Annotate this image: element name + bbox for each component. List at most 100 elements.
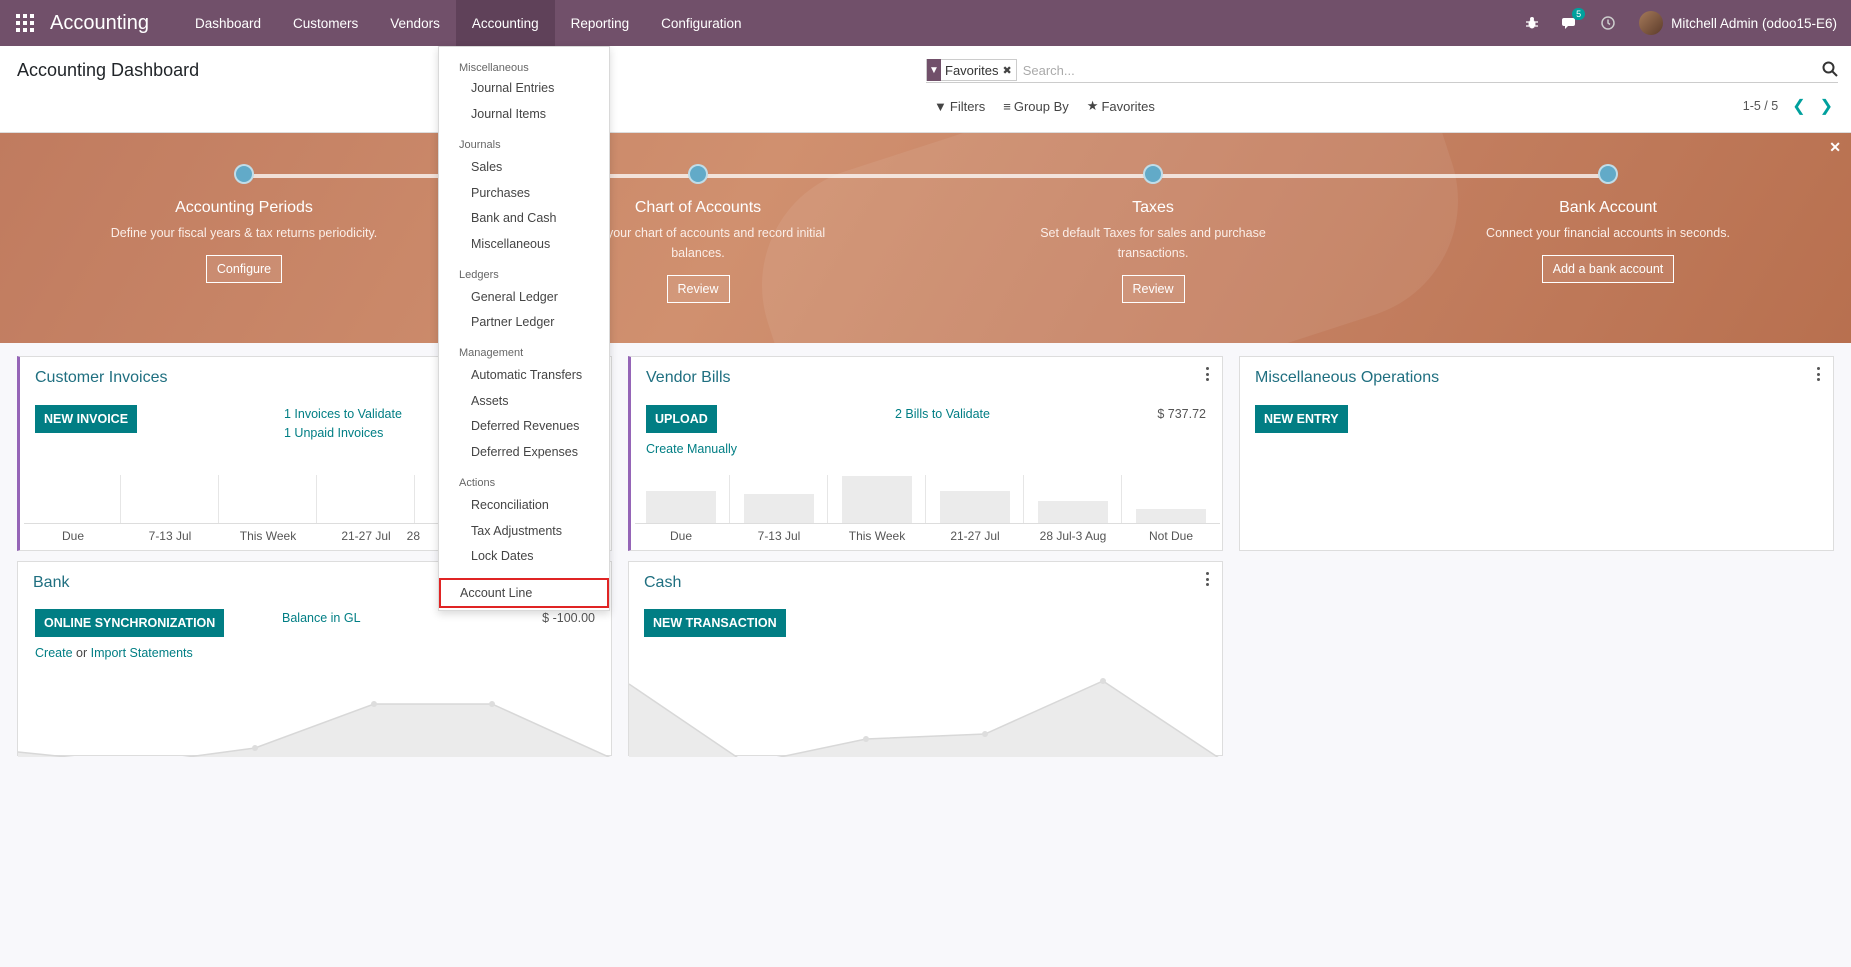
favorites-button[interactable]: ★ Favorites xyxy=(1087,98,1155,114)
bar-28-jul-3-aug[interactable] xyxy=(1038,501,1108,523)
card-title[interactable]: Customer Invoices xyxy=(35,369,168,387)
step-dot xyxy=(1598,164,1618,184)
nav-vendors[interactable]: Vendors xyxy=(374,0,456,46)
menu-purchases[interactable]: Purchases xyxy=(471,186,530,200)
bar-this-week[interactable] xyxy=(842,476,912,523)
balance-in-gl-link[interactable]: Balance in GL xyxy=(282,611,361,625)
filters-button[interactable]: ▼ Filters xyxy=(934,98,985,114)
control-panel: Accounting Dashboard ▼ Favorites ✖ ▼Filt… xyxy=(0,46,1851,133)
bank-balance-graph xyxy=(18,701,611,757)
invoices-to-validate-link[interactable]: 1 Invoices to Validate xyxy=(284,407,402,421)
axis-label: 28 xyxy=(406,529,420,543)
configure-button[interactable]: Configure xyxy=(205,255,283,283)
messages-badge: 5 xyxy=(1572,8,1586,20)
bar-due[interactable] xyxy=(646,491,716,523)
group-by-button[interactable]: ≡ Group By xyxy=(1003,98,1069,114)
import-statements-link[interactable]: Import Statements xyxy=(91,646,193,660)
menu-account-line[interactable]: Account Line xyxy=(460,586,532,600)
app-brand[interactable]: Accounting xyxy=(50,12,149,35)
menu-partner-ledger[interactable]: Partner Ledger xyxy=(471,315,554,329)
new-invoice-button[interactable]: NEW INVOICE xyxy=(35,405,138,433)
unpaid-invoices-link[interactable]: 1 Unpaid Invoices xyxy=(284,426,383,440)
apps-menu-icon[interactable] xyxy=(0,0,50,46)
axis-label: 7-13 Jul xyxy=(757,529,801,543)
bar-21-27-jul[interactable] xyxy=(940,491,1010,523)
step-description: Set default Taxes for sales and purchase… xyxy=(1040,226,1266,260)
search-icon[interactable] xyxy=(1822,61,1838,77)
new-entry-button[interactable]: NEW ENTRY xyxy=(1255,405,1348,433)
card-options-icon[interactable] xyxy=(1206,572,1210,586)
activity-clock-icon[interactable] xyxy=(1589,0,1627,46)
axis-label: Not Due xyxy=(1148,529,1194,543)
menu-bank-and-cash[interactable]: Bank and Cash xyxy=(471,211,556,225)
step-bank-account: Bank Account Connect your financial acco… xyxy=(1468,164,1748,283)
nav-accounting[interactable]: Accounting xyxy=(455,0,555,46)
card-title[interactable]: Vendor Bills xyxy=(646,369,731,387)
pager: 1-5 / 5 ❮ ❯ xyxy=(1743,96,1833,116)
step-title: Taxes xyxy=(1132,199,1174,216)
menu-reconciliation[interactable]: Reconciliation xyxy=(471,498,549,512)
pager-value[interactable]: 1-5 / 5 xyxy=(1743,99,1778,113)
group-by-label: Group By xyxy=(1013,98,1069,114)
menu-miscellaneous[interactable]: Miscellaneous xyxy=(471,237,550,251)
nav-customers[interactable]: Customers xyxy=(277,0,374,46)
bar-not-due[interactable] xyxy=(1136,509,1206,523)
card-title[interactable]: Miscellaneous Operations xyxy=(1255,369,1439,387)
bar-7-13-jul[interactable] xyxy=(744,494,814,523)
menu-tax-adjustments[interactable]: Tax Adjustments xyxy=(471,524,562,538)
bills-amount: $ 737.72 xyxy=(1157,407,1206,421)
menu-automatic-transfers[interactable]: Automatic Transfers xyxy=(471,368,582,382)
add-bank-account-button[interactable]: Add a bank account xyxy=(1541,255,1675,283)
filters-label: Filters xyxy=(949,98,986,114)
menu-journal-entries[interactable]: Journal Entries xyxy=(471,81,554,95)
menu-account-line-highlight[interactable]: Account Line xyxy=(439,578,609,608)
dropdown-header-actions: Actions xyxy=(459,477,496,489)
new-transaction-button[interactable]: NEW TRANSACTION xyxy=(644,609,786,637)
pager-next-icon[interactable]: ❯ xyxy=(1820,96,1833,116)
create-manually-link[interactable]: Create Manually xyxy=(646,442,737,456)
axis-label: 7-13 Jul xyxy=(148,529,192,543)
menu-general-ledger[interactable]: General Ledger xyxy=(471,290,558,304)
onboarding-banner: ✕ Accounting Periods Define your fiscal … xyxy=(0,133,1851,343)
accounting-dropdown-menu: Miscellaneous Journal Entries Journal It… xyxy=(438,46,610,611)
search-input[interactable] xyxy=(1022,62,1803,78)
nav-reporting[interactable]: Reporting xyxy=(555,0,646,46)
banner-close-icon[interactable]: ✕ xyxy=(1829,139,1841,156)
card-title[interactable]: Cash xyxy=(644,574,681,592)
cash-card: Cash NEW TRANSACTION xyxy=(628,561,1223,757)
facet-remove-icon[interactable]: ✖ xyxy=(1002,64,1015,77)
menu-assets[interactable]: Assets xyxy=(471,394,509,408)
step-description: Connect your financial accounts in secon… xyxy=(1486,226,1730,240)
user-menu[interactable]: Mitchell Admin (odoo15-E6) xyxy=(1671,16,1837,31)
chart-grid-line xyxy=(1121,475,1122,523)
dropdown-header-miscellaneous: Miscellaneous xyxy=(459,62,529,74)
menu-journal-items[interactable]: Journal Items xyxy=(471,107,546,121)
chart-grid-line xyxy=(827,475,828,523)
menu-sales[interactable]: Sales xyxy=(471,160,502,174)
card-options-icon[interactable] xyxy=(1206,367,1210,381)
menu-lock-dates[interactable]: Lock Dates xyxy=(471,549,534,563)
step-dot xyxy=(234,164,254,184)
axis-label: 21-27 Jul xyxy=(950,529,1000,543)
menu-deferred-revenues[interactable]: Deferred Revenues xyxy=(471,419,579,433)
upload-button[interactable]: UPLOAD xyxy=(646,405,717,433)
card-title[interactable]: Bank xyxy=(33,574,69,592)
review-chart-button[interactable]: Review xyxy=(666,275,730,303)
chart-grid-line xyxy=(414,475,415,523)
user-avatar[interactable] xyxy=(1639,11,1664,35)
pager-previous-icon[interactable]: ❮ xyxy=(1792,96,1805,116)
chart-grid-line xyxy=(316,475,317,523)
page-title: Accounting Dashboard xyxy=(17,60,200,80)
nav-dashboard[interactable]: Dashboard xyxy=(179,0,277,46)
review-taxes-button[interactable]: Review xyxy=(1121,275,1185,303)
create-import-row: Create or Import Statements xyxy=(35,646,193,660)
cash-balance-graph xyxy=(629,678,1222,757)
card-options-icon[interactable] xyxy=(1817,367,1821,381)
bug-icon[interactable] xyxy=(1513,0,1551,46)
nav-configuration[interactable]: Configuration xyxy=(645,0,757,46)
messages-icon[interactable]: 5 xyxy=(1551,0,1589,46)
menu-deferred-expenses[interactable]: Deferred Expenses xyxy=(471,445,578,459)
online-synchronization-button[interactable]: ONLINE SYNCHRONIZATION xyxy=(35,609,225,637)
bills-to-validate-link[interactable]: 2 Bills to Validate xyxy=(895,407,990,421)
create-statement-link[interactable]: Create xyxy=(35,646,73,660)
